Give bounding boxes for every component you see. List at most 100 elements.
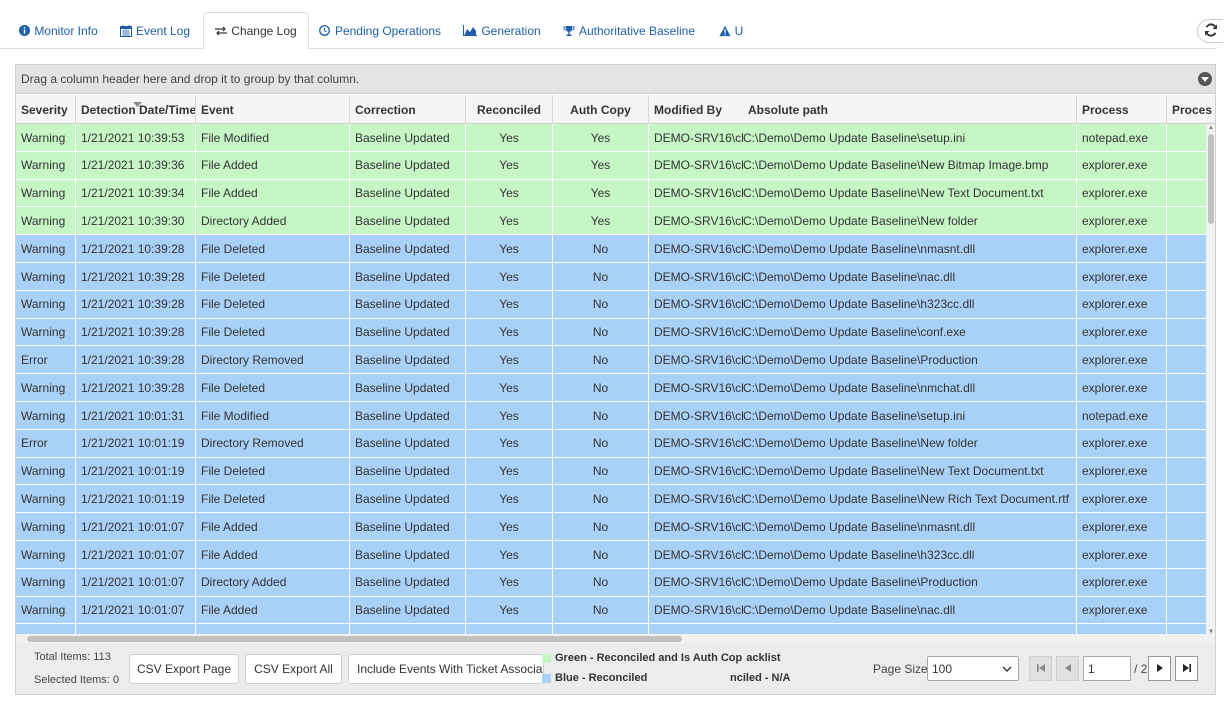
cell-detection-datetime: 1/21/2021 10:39:28 [76,290,196,318]
cell-absolute-path: C:\Demo\Demo Update Baseline\nmasnt.dll [743,513,1077,541]
tab-label: Generation [481,23,541,38]
vertical-scrollbar[interactable]: ▲ ▼ [1206,124,1215,636]
csv-export-all-button[interactable]: CSV Export All [245,654,342,684]
table-row[interactable]: Warning 1/21/2021 10:39:30 Directory Added… [16,207,1206,236]
tab-unreconciled[interactable]: U [714,12,748,49]
tab-label: Change Log [231,24,297,38]
page-number-input[interactable]: 1 [1083,656,1131,681]
cell-reconciled: Yes [466,290,553,318]
tab-event-log[interactable]: Event Log [114,12,196,49]
first-page-button[interactable] [1029,656,1052,681]
column-header-reconciled[interactable]: Reconciled [466,95,553,124]
tab-monitor-info[interactable]: Monitor Info [12,12,104,49]
cell-event: File Deleted [196,318,350,346]
tab-authoritative-baseline[interactable]: Authoritative Baseline [560,12,698,49]
cell-auth-copy: No [553,235,649,263]
last-page-icon [1182,662,1192,676]
next-page-button[interactable] [1148,656,1171,681]
table-row[interactable]: Warning 1/21/2021 10:01:07 File Added Basel… [16,513,1206,541]
cell-absolute-path: C:\Demo\Demo Update Baseline\nmchat.dll [743,374,1077,402]
table-row[interactable]: Error 1/21/2021 10:01:19 Directory Removed… [16,429,1206,458]
table-row[interactable]: Warning 1/21/2021 10:39:28 File Deleted Bas… [16,318,1206,347]
cell-severity: Warning [16,290,76,318]
column-header-auth-copy[interactable]: Auth Copy [553,95,649,124]
column-header-absolute-path[interactable]: Absolute path [743,95,1077,124]
cell-process-2 [1167,569,1206,596]
cell-process-2 [1167,152,1206,179]
table-row[interactable]: Warning 1/21/2021 10:01:07 Directory Added… [16,568,1206,597]
column-header-modified-by[interactable]: Modified By [649,95,743,124]
column-header-detection-datetime[interactable]: Detection Date/Time [76,95,196,124]
vertical-scroll-thumb[interactable] [1208,134,1214,224]
table-row[interactable]: Warning 1/21/2021 10:39:53 File Modified Ba… [16,124,1206,152]
cell-severity: Warning [16,374,76,402]
column-header-severity[interactable]: Severity [16,95,76,124]
cell-process: explorer.exe [1077,290,1167,318]
grid-footer: Total Items: 113 Selected Items: 0 CSV E… [15,643,1216,695]
cell-event: File Deleted [196,263,350,290]
column-header-process-2[interactable]: Proces [1167,95,1215,124]
table-row[interactable]: Warning 1/21/2021 10:01:19 File Deleted Bas… [16,457,1206,486]
cell-process: explorer.exe [1077,263,1167,290]
collapse-panel-button[interactable] [1198,72,1212,86]
tab-generation[interactable]: Generation [458,12,546,49]
cell-correction: Baseline Updated [350,179,466,207]
table-row[interactable]: Warning 1/21/2021 10:39:28 File Deleted Bas… [16,290,1206,319]
info-circle-icon [18,25,30,37]
cell-modified-by: DEMO-SRV16\cha [654,380,743,395]
cell-reconciled: Yes [466,374,553,402]
cell-correction: Baseline Updated [350,263,466,290]
grid-body: Warning 1/21/2021 10:39:53 File Modified Ba… [16,124,1206,636]
csv-export-page-button[interactable]: CSV Export Page [129,654,239,684]
cell-severity: Warning [16,318,76,346]
table-row[interactable]: Warning 1/21/2021 10:39:28 File Deleted Bas… [16,374,1206,402]
tab-change-log[interactable]: Change Log [203,12,309,50]
grid-header: Severity Detection Date/Time Event Corre… [16,95,1215,124]
cell-absolute-path: C:\Demo\Demo Update Baseline\h323cc.dll [743,541,1077,568]
page-size-select[interactable]: 100 [927,656,1019,681]
last-page-button[interactable] [1175,656,1198,681]
cell-detection-datetime: 1/21/2021 10:39:34 [76,179,196,207]
column-header-process[interactable]: Process [1077,95,1167,124]
previous-page-button[interactable] [1056,656,1079,681]
cell-detection-datetime: 1/21/2021 10:39:28 [76,374,196,402]
table-row[interactable]: Warning 1/21/2021 10:39:34 File Added Basel… [16,179,1206,208]
cell-reconciled: Yes [466,402,553,429]
table-row[interactable]: Warning 1/21/2021 10:01:07 File Added Basel… [16,596,1206,625]
tab-pending-operations[interactable]: Pending Operations [317,12,443,49]
cell-correction: Baseline Updated [350,541,466,568]
cell-event: File Added [196,513,350,541]
cell-severity: Warning [16,485,76,513]
cell-severity: Warning [16,457,76,485]
table-row[interactable]: Warning 1/21/2021 10:39:28 File Deleted Bas… [16,235,1206,263]
horizontal-scroll-thumb[interactable] [27,636,682,642]
cell-reconciled: Yes [466,179,553,207]
cell-event: Directory Removed [196,429,350,457]
table-row[interactable]: Warning 1/21/2021 10:39:36 File Added Basel… [16,151,1206,180]
cell-absolute-path: C:\Demo\Demo Update Baseline\setup.ini [743,124,1077,151]
legend-blue-label: Blue - Reconciled [555,672,648,684]
page-size-value: 100 [932,661,953,676]
cell-correction: Baseline Updated [350,596,466,624]
table-row[interactable]: Error 1/21/2021 10:39:28 Directory Removed… [16,346,1206,375]
cell-event: File Added [196,541,350,568]
cell-auth-copy: No [553,263,649,290]
table-row[interactable]: Warning 1/21/2021 10:01:19 File Deleted Bas… [16,485,1206,514]
group-by-panel[interactable]: Drag a column header here and drop it to… [16,65,1215,94]
cell-reconciled: Yes [466,207,553,235]
cell-event: File Deleted [196,374,350,402]
column-header-event[interactable]: Event [196,95,350,124]
tab-label: Authoritative Baseline [578,23,696,38]
cell-correction: Baseline Updated [350,402,466,429]
cell-correction: Baseline Updated [350,513,466,541]
include-ticket-events-button[interactable]: Include Events With Ticket Association [348,654,544,684]
cell-process: notepad.exe [1077,124,1167,151]
cell-reconciled: Yes [466,568,553,596]
cell-absolute-path: C:\Demo\Demo Update Baseline\setup.ini [743,402,1077,429]
cell-auth-copy: Yes [553,179,649,207]
table-row[interactable]: Warning 1/21/2021 10:01:31 File Modified Ba… [16,402,1206,430]
table-row[interactable]: Warning 1/21/2021 10:01:07 File Added Basel… [16,541,1206,569]
table-row[interactable]: Warning 1/21/2021 10:39:28 File Deleted Bas… [16,263,1206,291]
refresh-button[interactable] [1197,19,1223,43]
column-header-correction[interactable]: Correction [350,95,466,124]
